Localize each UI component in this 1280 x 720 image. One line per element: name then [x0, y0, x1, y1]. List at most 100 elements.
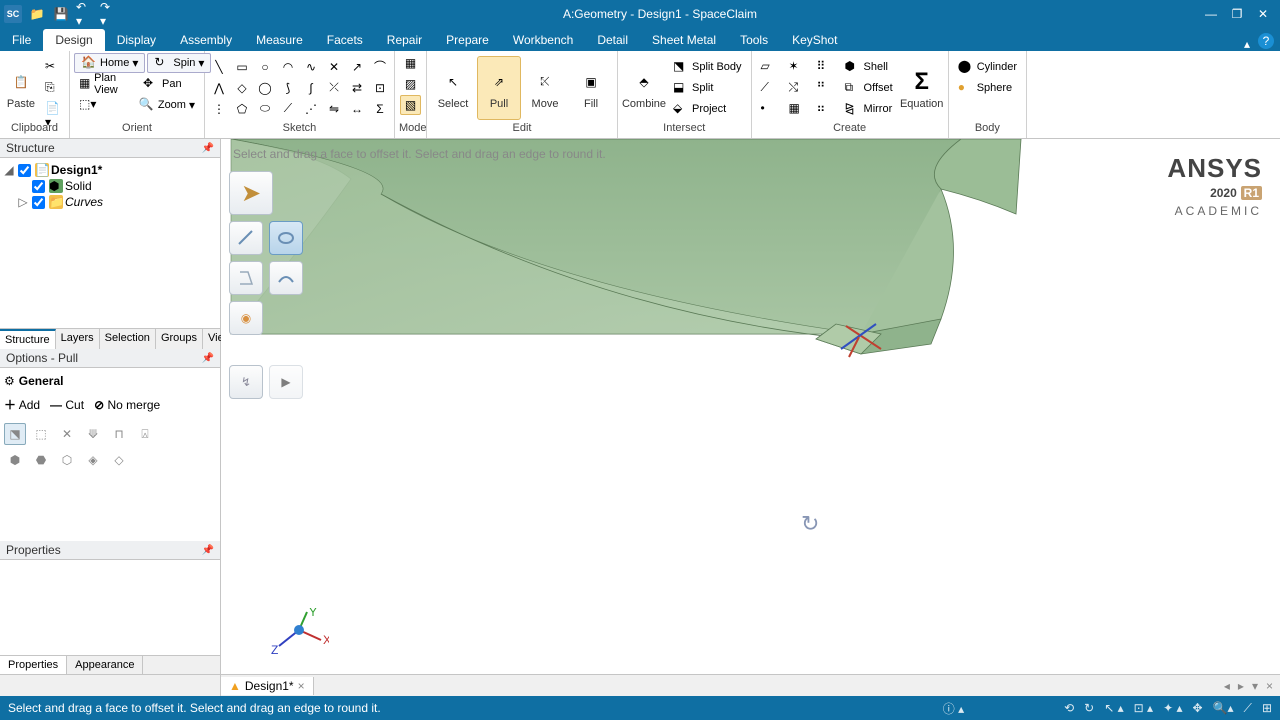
tab-groups[interactable]: Groups [156, 329, 203, 349]
cylinder-button[interactable]: ⬤Cylinder [953, 57, 1022, 77]
vp-tool-edge[interactable] [229, 221, 263, 255]
extend-tool[interactable]: ↗ [347, 57, 367, 77]
menu-keyshot[interactable]: KeyShot [780, 29, 849, 51]
project-button[interactable]: ⬙Project [668, 99, 747, 119]
mode-3d-button[interactable]: ▦ [400, 53, 421, 73]
pull-button[interactable]: ⇗Pull [477, 56, 521, 120]
split-body-button[interactable]: ⬔Split Body [668, 57, 747, 77]
pattern1-button[interactable]: ⠿ [812, 57, 838, 77]
opt-tool-3[interactable]: ✕ [56, 423, 78, 445]
status-nav-8[interactable]: ⟋ [1244, 701, 1252, 716]
tree-solid-label[interactable]: Solid [65, 179, 92, 193]
opt-tool-1[interactable]: ⬔ [4, 423, 26, 445]
tab-structure[interactable]: Structure [0, 329, 56, 349]
opt-tool-10[interactable]: ◈ [82, 449, 104, 471]
tangent-tool[interactable]: ⟋ [278, 99, 298, 119]
menu-sheetmetal[interactable]: Sheet Metal [640, 29, 728, 51]
undo-icon[interactable]: ↶ ▾ [76, 5, 94, 23]
status-nav-2[interactable]: ↻ [1084, 701, 1094, 715]
home-button[interactable]: 🏠Home▾ [74, 53, 145, 73]
tree-collapse-icon[interactable]: ◢ [4, 163, 14, 177]
model-surface[interactable] [221, 139, 1280, 649]
tab-next-icon[interactable]: ▸ [1235, 679, 1247, 693]
slot-tool[interactable]: ⬭ [255, 99, 275, 119]
arc3-tool[interactable]: ⟆ [278, 78, 298, 98]
opt-tool-7[interactable]: ⬢ [4, 449, 26, 471]
menu-design[interactable]: Design [43, 29, 104, 51]
polyline-tool[interactable]: ⋀ [209, 78, 229, 98]
point-create-button[interactable]: • [756, 99, 782, 119]
vp-tool-face[interactable] [269, 221, 303, 255]
circle-tool[interactable]: ○ [255, 57, 275, 77]
viewport[interactable]: Select and drag a face to offset it. Sel… [221, 139, 1280, 674]
offset-button[interactable]: ⧉Offset [840, 78, 898, 98]
tab-prev-icon[interactable]: ◂ [1221, 679, 1233, 693]
fillet-tool[interactable]: ⌒ [370, 57, 390, 77]
tree-curves-check[interactable] [32, 196, 45, 209]
cut-option[interactable]: — Cut [50, 398, 84, 412]
plan-view-button[interactable]: ▦Plan View [74, 74, 136, 94]
vp-select-tool[interactable]: ➤ [229, 171, 273, 215]
nomerge-option[interactable]: ⊘ No merge [94, 398, 160, 412]
tab-layers[interactable]: Layers [56, 329, 100, 349]
status-info-icon[interactable]: ⓘ ▴ [943, 700, 964, 717]
close-tab-icon[interactable]: × [298, 679, 305, 693]
doc-tab-design1[interactable]: ▲ Design1* × [221, 677, 314, 695]
status-nav-3[interactable]: ↖ ▴ [1104, 701, 1123, 715]
curve-tool[interactable]: ∫ [301, 78, 321, 98]
status-nav-7[interactable]: 🔍▴ [1213, 701, 1234, 715]
axes-button[interactable]: ⤭ [784, 78, 810, 98]
ellipse-tool[interactable]: ◯ [255, 78, 275, 98]
folder-icon[interactable]: 📁 [28, 5, 46, 23]
plane-button[interactable]: ▱ [756, 57, 782, 77]
offset-tool[interactable]: ⇄ [347, 78, 367, 98]
split-tool[interactable]: ⤫ [324, 78, 344, 98]
spline-tool[interactable]: ∿ [301, 57, 321, 77]
opt-tool-4[interactable]: ⟱ [82, 423, 104, 445]
vp-tool-4[interactable] [269, 261, 303, 295]
grid-button[interactable]: ▦ [784, 99, 810, 119]
menu-detail[interactable]: Detail [585, 29, 640, 51]
arc-tool[interactable]: ◠ [278, 57, 298, 77]
shell-button[interactable]: ⬢Shell [840, 57, 898, 77]
menu-tools[interactable]: Tools [728, 29, 780, 51]
opt-tool-8[interactable]: ⬣ [30, 449, 52, 471]
paste-small-button[interactable]: 📄▾ [40, 99, 66, 119]
pan-button[interactable]: ✥Pan [138, 74, 200, 94]
paste-button[interactable]: 📋 Paste [4, 56, 38, 120]
tab-close-icon[interactable]: × [1263, 679, 1276, 693]
zoom-button[interactable]: 🔍Zoom▾ [134, 95, 200, 115]
spin-button[interactable]: ↻Spin▾ [147, 53, 211, 73]
pattern2-button[interactable]: ⠛ [812, 78, 838, 98]
polygon-tool[interactable]: ⬠ [232, 99, 252, 119]
opt-tool-6[interactable]: ⍓ [134, 423, 156, 445]
maximize-button[interactable]: ❐ [1228, 7, 1246, 21]
status-nav-1[interactable]: ⟲ [1064, 701, 1074, 715]
move-button[interactable]: ⤪Move [523, 56, 567, 120]
status-nav-5[interactable]: ✦ ▴ [1163, 701, 1182, 715]
vp-tool-3[interactable] [229, 261, 263, 295]
add-option[interactable]: ＋ Add [4, 396, 40, 413]
opt-tool-5[interactable]: ⊓ [108, 423, 130, 445]
menu-facets[interactable]: Facets [315, 29, 375, 51]
tree-curves-label[interactable]: Curves [65, 195, 103, 209]
trim-tool[interactable]: ✕ [324, 57, 344, 77]
mode-section-button[interactable]: ▧ [400, 95, 421, 115]
split-button[interactable]: ⬓Split [668, 78, 747, 98]
vp-tool-7[interactable]: ▶ [269, 365, 303, 399]
pin-icon[interactable]: 📌 [202, 143, 214, 154]
tree-solid-check[interactable] [32, 180, 45, 193]
tab-selection[interactable]: Selection [100, 329, 156, 349]
cut-button[interactable]: ✂ [40, 57, 66, 77]
tab-menu-icon[interactable]: ▾ [1249, 679, 1261, 693]
opt-tool-2[interactable]: ⬚ [30, 423, 52, 445]
sphere-button[interactable]: ●Sphere [953, 78, 1022, 98]
menu-assembly[interactable]: Assembly [168, 29, 244, 51]
combine-button[interactable]: ⬘Combine [622, 56, 666, 120]
vp-tool-5[interactable]: ◉ [229, 301, 263, 335]
dimension-tool[interactable]: ↔ [347, 99, 367, 119]
tab-appearance[interactable]: Appearance [67, 656, 143, 674]
status-nav-9[interactable]: ⊞ [1262, 701, 1272, 715]
project-tool[interactable]: ⊡ [370, 78, 390, 98]
menu-repair[interactable]: Repair [375, 29, 434, 51]
